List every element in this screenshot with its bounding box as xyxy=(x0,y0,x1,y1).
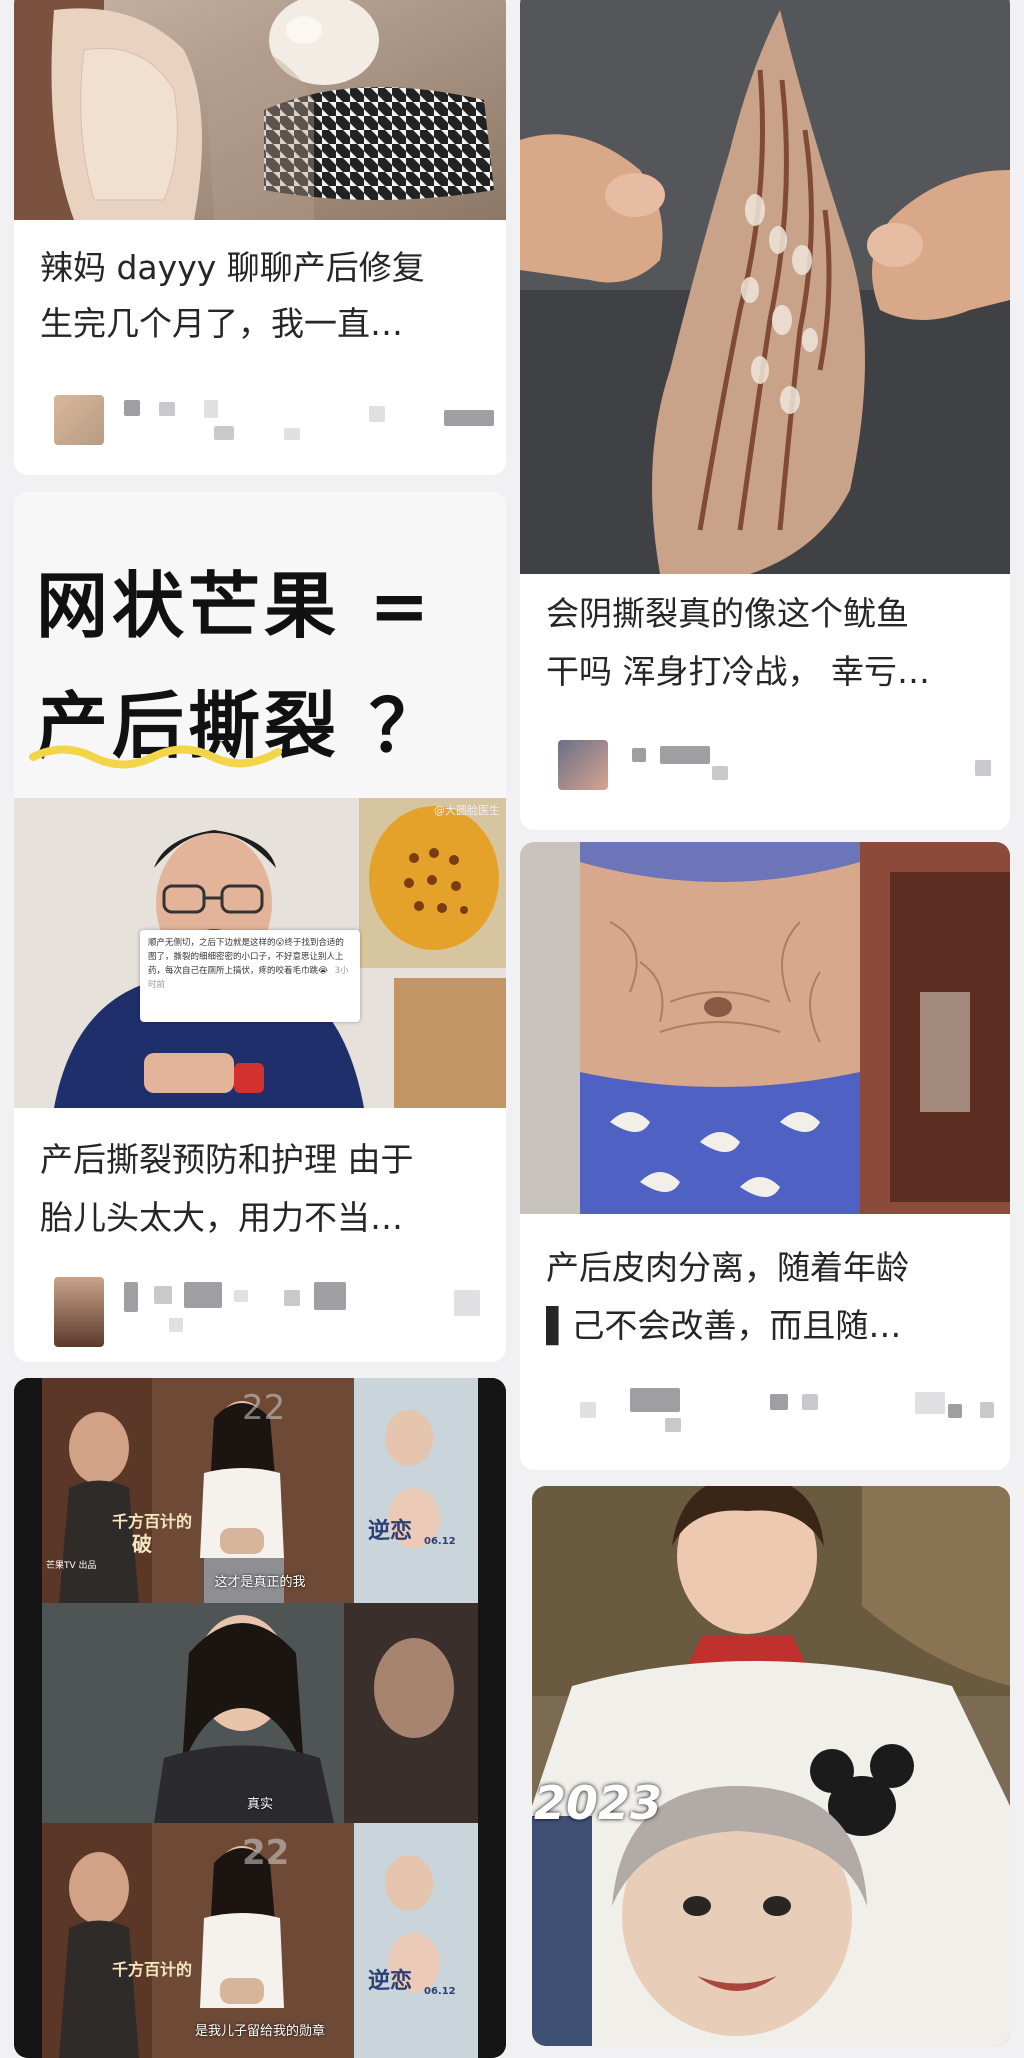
card-author-row xyxy=(14,1272,506,1347)
poster-number-2: 22 xyxy=(242,1833,290,1873)
card-video-frame: @大圆脸医生 顺产无侧切，之后下边就是这样的😮终于找到合适的图了，撕裂的细细密密… xyxy=(14,798,506,1108)
author-avatar[interactable] xyxy=(558,740,608,790)
card-author-row xyxy=(520,740,1010,810)
poster-date: 06.12 xyxy=(424,1536,456,1547)
poster-number: 22 xyxy=(242,1388,286,1428)
year-label: 2023 xyxy=(534,1776,663,1830)
card-title-line1: 会阴撕裂真的像这个鱿鱼 xyxy=(546,594,909,633)
feed-card[interactable]: 产后皮肉分离，随着年龄 ▌己不会改善，而且随… xyxy=(520,842,1010,1470)
feed-card[interactable]: 22 千方百计的 破 逆恋 06.12 芒果TV 出品 这才是真正的我 真实 2… xyxy=(14,1378,506,2058)
card-cover-image xyxy=(520,0,1010,574)
subtitle-line1: 这才是真正的我 xyxy=(214,1575,306,1590)
card-title-line2: ▌己不会改善，而且随… xyxy=(546,1306,902,1345)
card-cover-image: 2023 xyxy=(532,1486,1010,2046)
poster-left-title2: 破 xyxy=(132,1532,152,1556)
card-title-line2: 胎儿头太大，用力不当… xyxy=(40,1198,403,1237)
card-title-line2: 干吗 浑身打冷战， 幸亏… xyxy=(546,652,930,691)
poster-date-2: 06.12 xyxy=(424,1986,456,1997)
feed-card[interactable]: 辣妈 dayyy 聊聊产后修复 生完几个月了，我一直… xyxy=(14,0,506,475)
card-title-line1: 产后皮肉分离，随着年龄 xyxy=(546,1248,909,1287)
card-author-row xyxy=(14,390,506,460)
cover-headline-line1: 网状芒果 = xyxy=(36,564,434,648)
poster-right-title-2: 逆恋 xyxy=(368,1969,413,1994)
card-title-line1: 辣妈 dayyy 聊聊产后修复 xyxy=(40,248,425,287)
card-cover-image xyxy=(520,842,1010,1214)
card-author-row xyxy=(520,1382,1010,1452)
card-cover-image: 22 千方百计的 破 逆恋 06.12 芒果TV 出品 这才是真正的我 真实 2… xyxy=(14,1378,506,2058)
feed-card[interactable]: 2023 xyxy=(532,1486,1010,2046)
comment-screenshot: 顺产无侧切，之后下边就是这样的😮终于找到合适的图了，撕裂的细细密密的小口子，不好… xyxy=(140,930,360,1022)
card-cover-image xyxy=(14,0,506,220)
subtitle-line2: 真实 xyxy=(246,1797,273,1812)
card-title-line1: 产后撕裂预防和护理 由于 xyxy=(40,1140,414,1179)
author-avatar[interactable] xyxy=(54,395,104,445)
feed-card[interactable]: 网状芒果 = 产后撕裂 ？ @大圆脸医生 顺产无侧切，之后下边就是这样的😮终于找… xyxy=(14,492,506,1362)
highlight-squiggle xyxy=(29,745,282,769)
poster-right-title: 逆恋 xyxy=(368,1519,413,1544)
channel-logo: 芒果TV 出品 xyxy=(46,1561,97,1571)
poster-left-title-2: 千方百计的 xyxy=(112,1960,193,1979)
feed-card[interactable]: 会阴撕裂真的像这个鱿鱼 干吗 浑身打冷战， 幸亏… xyxy=(520,0,1010,830)
card-title-line2: 生完几个月了，我一直… xyxy=(40,304,403,343)
author-avatar[interactable] xyxy=(54,1277,104,1347)
video-watermark: @大圆脸医生 xyxy=(434,804,500,817)
poster-left-title: 千方百计的 xyxy=(112,1512,193,1531)
comment-text: 顺产无侧切，之后下边就是这样的😮终于找到合适的图了，撕裂的细细密密的小口子，不好… xyxy=(148,938,344,976)
card-cover-image: 网状芒果 = 产后撕裂 ？ xyxy=(14,492,506,798)
subtitle-line3: 是我儿子留给我的勋章 xyxy=(194,2024,325,2039)
